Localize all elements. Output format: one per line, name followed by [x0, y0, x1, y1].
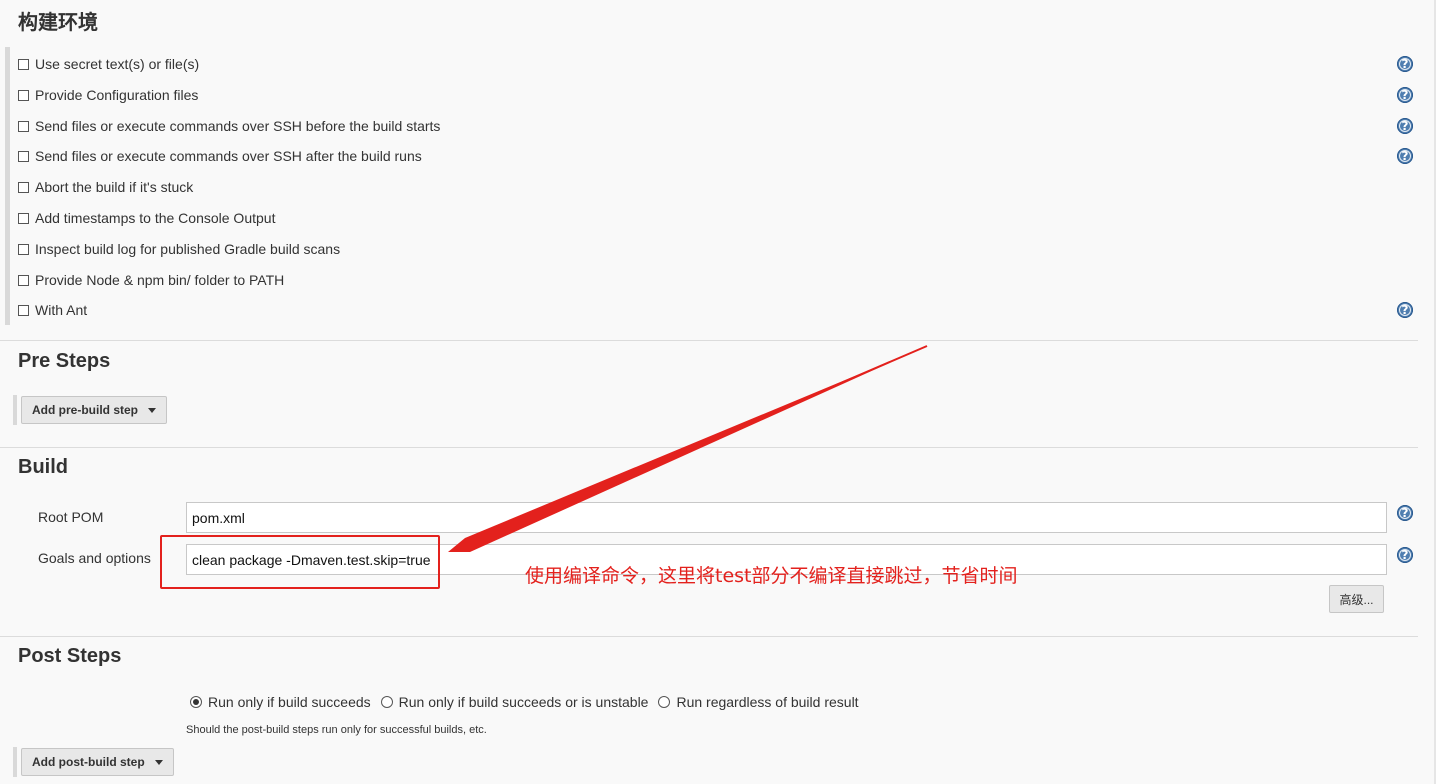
radio-run-if-succeeds[interactable]: Run only if build succeeds	[190, 694, 371, 710]
checkbox[interactable]	[18, 274, 29, 286]
checkbox[interactable]	[18, 181, 29, 193]
section-divider	[0, 447, 1418, 448]
post-steps-bar	[13, 747, 17, 777]
radio-label: Run only if build succeeds	[208, 694, 371, 710]
radio-button[interactable]	[658, 696, 671, 708]
option-label: Provide Node & npm bin/ folder to PATH	[35, 272, 285, 288]
checkbox[interactable]	[18, 304, 29, 316]
radio-button[interactable]	[190, 696, 202, 708]
pre-steps-bar	[13, 395, 17, 425]
help-question-icon[interactable]: ?	[1397, 302, 1413, 318]
post-steps-title: Post Steps	[18, 645, 122, 667]
option-use-secret[interactable]: Use secret text(s) or file(s)	[18, 54, 199, 74]
option-gradle-scans[interactable]: Inspect build log for published Gradle b…	[18, 239, 340, 259]
button-label: Add post-build step	[32, 755, 145, 769]
post-step-condition-group: Run only if build succeeds Run only if b…	[190, 694, 869, 710]
checkbox[interactable]	[18, 212, 29, 224]
option-timestamps[interactable]: Add timestamps to the Console Output	[18, 208, 275, 228]
advanced-button[interactable]: 高级...	[1329, 585, 1384, 613]
checkbox[interactable]	[18, 120, 29, 132]
checkbox[interactable]	[18, 58, 29, 70]
option-label: Add timestamps to the Console Output	[35, 210, 276, 226]
help-question-icon[interactable]: ?	[1397, 56, 1413, 72]
option-label: With Ant	[35, 302, 88, 318]
root-pom-input[interactable]	[186, 502, 1387, 533]
annotation-highlight-box	[160, 535, 440, 589]
post-steps-note: Should the post-build steps run only for…	[186, 724, 487, 736]
checkbox[interactable]	[18, 89, 29, 101]
help-question-icon[interactable]: ?	[1397, 505, 1413, 521]
radio-run-regardless[interactable]: Run regardless of build result	[658, 694, 859, 710]
checkbox[interactable]	[18, 243, 29, 255]
radio-label: Run regardless of build result	[676, 694, 859, 710]
section-divider	[0, 340, 1418, 341]
button-label: Add pre-build step	[32, 403, 138, 417]
radio-button[interactable]	[380, 696, 393, 708]
goals-label: Goals and options	[38, 550, 151, 566]
option-label: Send files or execute commands over SSH …	[35, 118, 441, 134]
section-divider	[0, 636, 1418, 637]
option-ssh-before[interactable]: Send files or execute commands over SSH …	[18, 116, 440, 136]
option-ssh-after[interactable]: Send files or execute commands over SSH …	[18, 146, 422, 166]
option-label: Abort the build if it's stuck	[35, 179, 194, 195]
root-pom-label: Root POM	[38, 509, 104, 525]
caret-down-icon	[148, 407, 156, 413]
option-abort-stuck[interactable]: Abort the build if it's stuck	[18, 177, 193, 197]
annotation-text: 使用编译命令，这里将test部分不编译直接跳过，节省时间	[525, 565, 1018, 587]
add-post-build-step-button[interactable]: Add post-build step	[21, 748, 174, 776]
checkbox[interactable]	[18, 150, 29, 162]
option-label: Use secret text(s) or file(s)	[35, 56, 200, 72]
caret-down-icon	[154, 759, 163, 765]
help-question-icon[interactable]: ?	[1397, 118, 1413, 134]
env-section-title: 构建环境	[18, 12, 98, 34]
radio-label: Run only if build succeeds or is unstabl…	[398, 694, 649, 710]
radio-run-if-unstable[interactable]: Run only if build succeeds or is unstabl…	[380, 694, 649, 710]
option-label: Inspect build log for published Gradle b…	[35, 241, 341, 257]
help-question-icon[interactable]: ?	[1397, 148, 1413, 164]
build-title: Build	[18, 456, 68, 478]
option-with-ant[interactable]: With Ant	[18, 300, 87, 320]
add-pre-build-step-button[interactable]: Add pre-build step	[21, 396, 167, 424]
option-label: Provide Configuration files	[35, 87, 199, 103]
option-node-npm[interactable]: Provide Node & npm bin/ folder to PATH	[18, 270, 284, 290]
option-provide-config[interactable]: Provide Configuration files	[18, 85, 198, 105]
env-section-bar	[5, 47, 10, 325]
option-label: Send files or execute commands over SSH …	[35, 148, 422, 164]
pre-steps-title: Pre Steps	[18, 350, 111, 372]
help-question-icon[interactable]: ?	[1397, 87, 1413, 103]
help-question-icon[interactable]: ?	[1397, 547, 1413, 563]
